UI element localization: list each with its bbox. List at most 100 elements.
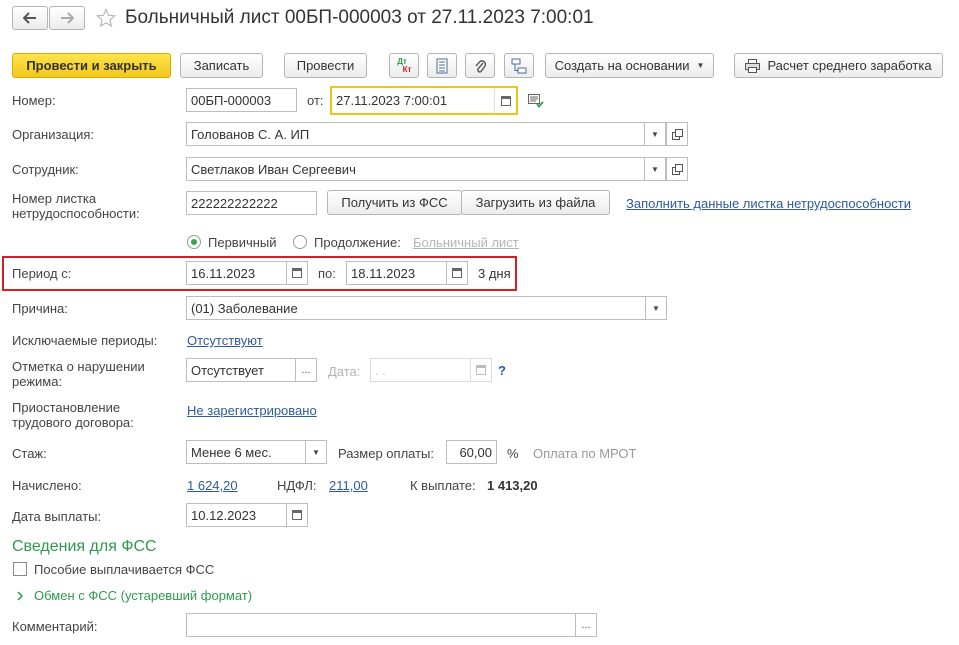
post-and-close-button[interactable]: Провести и закрыть [12, 53, 171, 78]
reason-label: Причина: [12, 301, 68, 316]
create-based-button[interactable]: Создать на основании ▼ [545, 53, 714, 78]
ndfl-link[interactable]: 211,00 [329, 478, 368, 493]
mrot-note: Оплата по МРОТ [533, 446, 637, 461]
primary-radio[interactable] [187, 235, 201, 249]
violation-select-button[interactable]: ... [295, 359, 316, 381]
arrow-right-icon [61, 12, 74, 24]
calendar-icon [476, 365, 486, 375]
create-based-label: Создать на основании [554, 58, 690, 73]
paperclip-icon [475, 59, 487, 73]
calendar-icon [500, 95, 511, 106]
number-label: Номер: [12, 93, 56, 108]
employee-label: Сотрудник: [12, 162, 79, 177]
post-status-icon [528, 94, 544, 108]
suspension-link[interactable]: Не зарегистрировано [187, 403, 317, 418]
calendar-button[interactable] [494, 88, 516, 113]
page-title: Больничный лист 00БП-000003 от 27.11.202… [125, 7, 594, 28]
employee-open-button[interactable] [666, 157, 688, 181]
pay-date-calendar-button[interactable] [286, 504, 307, 526]
continuation-label: Продолжение: [314, 235, 401, 250]
experience-field[interactable]: Менее 6 мес. ▼ [186, 440, 327, 464]
dtkt-button[interactable]: Дт Кт [389, 53, 419, 78]
payout-value: 1 413,20 [487, 478, 538, 493]
percent-sign: % [507, 446, 519, 461]
report-button[interactable] [427, 53, 457, 78]
accrued-link[interactable]: 1 624,20 [187, 478, 238, 493]
comment-expand-button[interactable]: ... [575, 614, 596, 636]
avg-earnings-button[interactable]: Расчет среднего заработка [734, 53, 943, 78]
reason-dropdown-button[interactable]: ▼ [645, 297, 666, 319]
post-button[interactable]: Провести [284, 53, 367, 78]
fss-section-title: Сведения для ФСС [12, 538, 157, 555]
forward-button[interactable] [49, 6, 85, 30]
pay-date-field[interactable]: 10.12.2023 [186, 503, 308, 527]
employee-field[interactable]: Светлаков Иван Сергеевич ▼ [186, 157, 666, 181]
sheet-label-line2: нетрудоспособности: [12, 206, 140, 221]
number-field[interactable]: 00БП-000003 [186, 88, 297, 112]
employee-value: Светлаков Иван Сергеевич [191, 161, 356, 177]
violation-value: Отсутствует [191, 362, 264, 378]
payment-size-label: Размер оплаты: [338, 446, 435, 461]
period-from-calendar-button[interactable] [286, 262, 307, 284]
load-from-file-button[interactable]: Загрузить из файла [461, 190, 610, 215]
violation-label-line1: Отметка о нарушении [12, 359, 145, 374]
get-from-fss-button[interactable]: Получить из ФСС [327, 190, 462, 215]
pay-date-label: Дата выплаты: [12, 509, 102, 524]
violation-field[interactable]: Отсутствует ... [186, 358, 317, 382]
chevron-down-icon: ▼ [696, 61, 705, 70]
help-question-icon[interactable]: ? [498, 363, 506, 378]
hierarchy-icon [511, 58, 527, 73]
suspension-label-line2: трудового договора: [12, 415, 134, 430]
period-from-field[interactable]: 16.11.2023 [186, 261, 308, 285]
attach-button[interactable] [465, 53, 495, 78]
sheet-number-field[interactable]: 222222222222 [186, 191, 317, 215]
sick-leave-link[interactable]: Больничный лист [413, 235, 519, 250]
payout-label: К выплате: [410, 478, 476, 493]
chevron-down-icon: ▼ [312, 447, 320, 457]
date-field[interactable]: 27.11.2023 7:00:01 [330, 86, 518, 115]
violation-date-value: . . [375, 362, 386, 378]
chevron-down-icon: ▼ [651, 129, 659, 139]
period-to-label: по: [318, 266, 336, 281]
period-from-label: Период с: [12, 266, 72, 281]
printer-icon [745, 58, 761, 73]
save-button[interactable]: Записать [180, 53, 263, 78]
dtkt-bottom-label: Кт [402, 64, 412, 74]
experience-label: Стаж: [12, 446, 47, 461]
period-from-value: 16.11.2023 [191, 265, 256, 281]
open-icon [671, 128, 683, 140]
reason-field[interactable]: (01) Заболевание ▼ [186, 296, 667, 320]
fill-sheet-data-link[interactable]: Заполнить данные листка нетрудоспособнос… [626, 196, 911, 211]
avg-earnings-label: Расчет среднего заработка [767, 58, 932, 73]
org-open-button[interactable] [666, 122, 688, 146]
employee-dropdown-button[interactable]: ▼ [644, 158, 665, 180]
experience-dropdown-button[interactable]: ▼ [305, 441, 326, 463]
violation-date-label: Дата: [328, 364, 361, 379]
back-button[interactable] [12, 6, 48, 30]
chevron-right-icon [17, 590, 24, 601]
chevron-down-icon: ▼ [652, 303, 660, 313]
star-icon[interactable] [96, 8, 116, 28]
violation-label-line2: режима: [12, 374, 63, 389]
continuation-radio[interactable] [293, 235, 307, 249]
date-value: 27.11.2023 7:00:01 [336, 93, 448, 108]
fss-paid-label: Пособие выплачивается ФСС [34, 562, 215, 577]
experience-value: Менее 6 мес. [191, 444, 272, 460]
fss-exchange-label: Обмен с ФСС (устаревший формат) [34, 588, 253, 603]
chevron-down-icon: ▼ [651, 164, 659, 174]
comment-field[interactable]: ... [186, 613, 597, 637]
pay-date-value: 10.12.2023 [191, 507, 257, 523]
open-icon [671, 163, 683, 175]
period-to-value: 18.11.2023 [351, 265, 416, 281]
fss-paid-checkbox[interactable] [13, 562, 27, 576]
org-field[interactable]: Голованов С. А. ИП ▼ [186, 122, 666, 146]
fss-exchange-toggle[interactable]: Обмен с ФСС (устаревший формат) [16, 588, 252, 603]
excluded-periods-label: Исключаемые периоды: [12, 333, 158, 348]
payment-size-field[interactable]: 60,00 [446, 440, 497, 464]
primary-label: Первичный [208, 235, 277, 250]
structure-button[interactable] [504, 53, 534, 78]
period-to-calendar-button[interactable] [446, 262, 467, 284]
org-dropdown-button[interactable]: ▼ [644, 123, 665, 145]
period-to-field[interactable]: 18.11.2023 [346, 261, 468, 285]
excluded-periods-link[interactable]: Отсутствуют [187, 333, 263, 348]
